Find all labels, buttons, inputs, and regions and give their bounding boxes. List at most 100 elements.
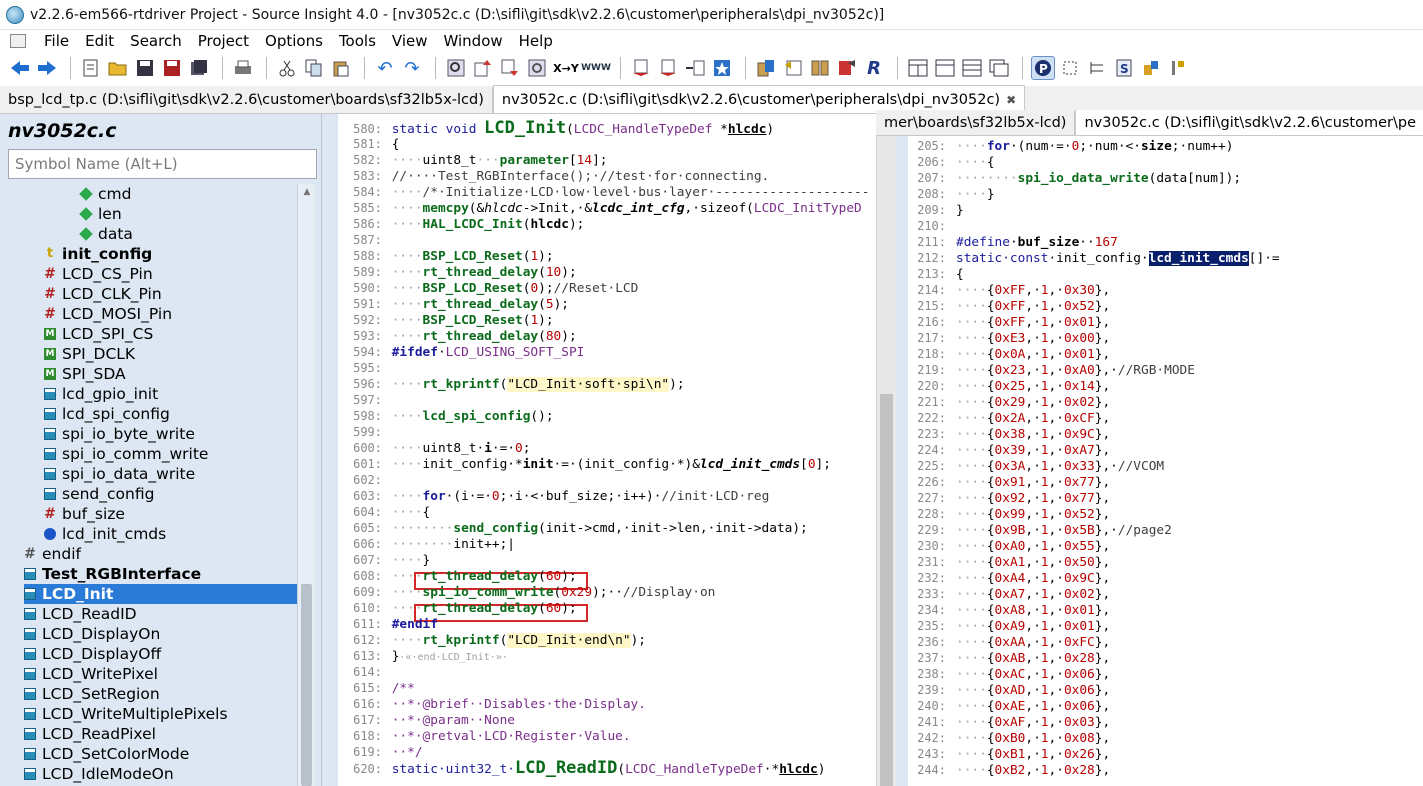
code-line[interactable]: 608: ····rt_thread_delay(60);: [338, 568, 577, 584]
code-line[interactable]: 223: ····{0x38,·1,·0x9C},: [908, 426, 1110, 442]
code-line[interactable]: 220: ····{0x25,·1,·0x14},: [908, 378, 1110, 394]
symbol-item[interactable]: LCD_ReadPixel: [24, 724, 156, 744]
symbol-item[interactable]: data: [79, 224, 133, 244]
code-line[interactable]: 617: ··*·@param··None: [338, 712, 515, 728]
code-line[interactable]: 211: #define·buf_size··167: [908, 234, 1118, 250]
code-line[interactable]: 593: ····rt_thread_delay(80);: [338, 328, 577, 344]
code-line[interactable]: 586: ····HAL_LCDC_Init(hlcdc);: [338, 216, 584, 232]
code-line[interactable]: 585: ····memcpy(&hlcdc->Init,·&lcdc_int_…: [338, 200, 862, 216]
code-line[interactable]: 244: ····{0xB2,·1,·0x28},: [908, 762, 1110, 778]
code-line[interactable]: 206: ····{: [908, 154, 994, 170]
code-line[interactable]: 238: ····{0xAC,·1,·0x06},: [908, 666, 1110, 682]
code-line[interactable]: 604: ····{: [338, 504, 430, 520]
document-icon[interactable]: [10, 34, 26, 48]
code-line[interactable]: 592: ····BSP_LCD_Reset(1);: [338, 312, 553, 328]
menu-view[interactable]: View: [384, 32, 436, 50]
symbol-item[interactable]: # LCD_MOSI_Pin: [44, 304, 172, 324]
save-as-icon[interactable]: [160, 56, 184, 80]
print-icon[interactable]: [231, 56, 255, 80]
symbol-item[interactable]: Test_RGBInterface: [24, 564, 201, 584]
symbol-search-input[interactable]: Symbol Name (Alt+L): [8, 149, 317, 179]
code-line[interactable]: 590: ····BSP_LCD_Reset(0);//Reset·LCD: [338, 280, 638, 296]
symbol-item[interactable]: send_config: [44, 484, 154, 504]
code-line[interactable]: 209:}: [908, 202, 964, 218]
code-line[interactable]: 240: ····{0xAE,·1,·0x06},: [908, 698, 1110, 714]
code-line[interactable]: 230: ····{0xA0,·1,·0x55},: [908, 538, 1110, 554]
symbol-item[interactable]: M SPI_DCLK: [44, 344, 135, 364]
browse-icon[interactable]: [808, 56, 832, 80]
puzzle-icon[interactable]: [1139, 56, 1163, 80]
symbol-item[interactable]: M LCD_SPI_CS: [44, 324, 153, 344]
undo-icon[interactable]: ↶: [373, 56, 397, 80]
code-line[interactable]: 227: ····{0x92,·1,·0x77},: [908, 490, 1110, 506]
code-line[interactable]: 215: ····{0xFF,·1,·0x52},: [908, 298, 1110, 314]
code-line[interactable]: 581: {: [338, 136, 399, 152]
code-line[interactable]: 225: ····{0x3A,·1,·0x33},·//VCOM: [908, 458, 1164, 474]
code-line[interactable]: 615: /**: [338, 680, 415, 696]
code-line[interactable]: 221: ····{0x29,·1,·0x02},: [908, 394, 1110, 410]
symbol-item[interactable]: # LCD_CLK_Pin: [44, 284, 162, 304]
code-editor-right[interactable]: 205: ····for·(num·=·0;·num·<·size;·num++)…: [908, 136, 1423, 786]
symbol-item[interactable]: spi_io_byte_write: [44, 424, 195, 444]
code-line[interactable]: 205: ····for·(num·=·0;·num·<·size;·num++): [908, 138, 1233, 154]
symbol-item[interactable]: LCD_Init: [24, 584, 297, 604]
code-line[interactable]: 596: ····rt_kprintf("LCD_Init·soft·spi\n…: [338, 376, 685, 392]
code-line[interactable]: 222: ····{0x2A,·1,·0xCF},: [908, 410, 1110, 426]
code-line[interactable]: 228: ····{0x99,·1,·0x52},: [908, 506, 1110, 522]
symbol-item[interactable]: lcd_spi_config: [44, 404, 170, 424]
layout-4-icon[interactable]: [987, 56, 1011, 80]
code-line[interactable]: 235: ····{0xA9,·1,·0x01},: [908, 618, 1110, 634]
find-icon[interactable]: [444, 56, 468, 80]
symbol-item[interactable]: lcd_gpio_init: [44, 384, 158, 404]
paste-icon[interactable]: [329, 56, 353, 80]
code-line[interactable]: 219: ····{0x23,·1,·0xA0},·//RGB·MODE: [908, 362, 1195, 378]
symbol-item[interactable]: LCD_DisplayOff: [24, 644, 161, 664]
symbol-item[interactable]: LCD_DisplayOn: [24, 624, 160, 644]
tree-icon[interactable]: [1085, 56, 1109, 80]
code-line[interactable]: 606: ········init++;|: [338, 536, 515, 552]
symbol-item[interactable]: lcd_init_cmds: [44, 524, 166, 544]
tab-bsp-lcd-tp[interactable]: bsp_lcd_tp.c (D:\sifli\git\sdk\v2.2.6\cu…: [0, 87, 493, 113]
code-line[interactable]: 613: }·«·end·LCD_Init·»·: [338, 648, 508, 664]
code-line[interactable]: 583: //····Test_RGBInterface();·//test·f…: [338, 168, 769, 184]
code-line[interactable]: 589: ····rt_thread_delay(10);: [338, 264, 577, 280]
symbol-item[interactable]: # LCD_CS_Pin: [44, 264, 153, 284]
layout-3-icon[interactable]: [960, 56, 984, 80]
find-up-icon[interactable]: [471, 56, 495, 80]
symbol-item[interactable]: spi_io_comm_write: [44, 444, 208, 464]
code-line[interactable]: 612: ····rt_kprintf("LCD_Init·end\n");: [338, 632, 646, 648]
code-line[interactable]: 241: ····{0xAF,·1,·0x03},: [908, 714, 1110, 730]
menu-project[interactable]: Project: [190, 32, 257, 50]
code-line[interactable]: 243: ····{0xB1,·1,·0x26},: [908, 746, 1110, 762]
code-line[interactable]: 610: ····rt_thread_delay(60);: [338, 600, 577, 616]
back-arrow-icon[interactable]: [8, 56, 32, 80]
open-folder-icon[interactable]: [106, 56, 130, 80]
code-line[interactable]: 620: static·uint32_t·LCD_ReadID(LCDC_Han…: [338, 760, 825, 778]
save-icon[interactable]: [133, 56, 157, 80]
code-line[interactable]: 217: ····{0xE3,·1,·0x00},: [908, 330, 1110, 346]
code-line[interactable]: 210:: [908, 218, 956, 234]
copy-icon[interactable]: [302, 56, 326, 80]
symbol-item[interactable]: M SPI_SDA: [44, 364, 126, 384]
code-line[interactable]: 212: static·const·init_config·lcd_init_cm…: [908, 250, 1280, 266]
code-line[interactable]: 594: #ifdef·LCD_USING_SOFT_SPI: [338, 344, 584, 360]
code-line[interactable]: 603: ····for·(i·=·0;·i·<·buf_size;·i++)·…: [338, 488, 769, 504]
scrollbar-thumb[interactable]: [301, 584, 312, 786]
code-line[interactable]: 616: ··*·@brief··Disables·the·Display.: [338, 696, 646, 712]
code-line[interactable]: 234: ····{0xA8,·1,·0x01},: [908, 602, 1110, 618]
bookmark-star-icon[interactable]: [710, 56, 734, 80]
symbol-item[interactable]: LCD_SetColorMode: [24, 744, 189, 764]
web-search-icon[interactable]: WWW: [581, 56, 611, 80]
code-line[interactable]: 595:: [338, 360, 392, 376]
relation-icon[interactable]: [835, 56, 859, 80]
code-line[interactable]: 580: static void LCD_Init(LCDC_HandleTyp…: [338, 120, 774, 138]
bookmark-next-icon[interactable]: [656, 56, 680, 80]
tab-nv3052c-right[interactable]: nv3052c.c (D:\sifli\git\sdk\v2.2.6\custo…: [1075, 110, 1423, 135]
forward-arrow-icon[interactable]: [35, 56, 59, 80]
code-line[interactable]: 588: ····BSP_LCD_Reset(1);: [338, 248, 553, 264]
menu-window[interactable]: Window: [436, 32, 511, 50]
code-line[interactable]: 231: ····{0xA1,·1,·0x50},: [908, 554, 1110, 570]
editor-scrollbar[interactable]: [876, 114, 896, 786]
code-line[interactable]: 584: ····/*·Initialize·LCD·low·level·bus…: [338, 184, 869, 200]
redo-icon[interactable]: ↷: [400, 56, 424, 80]
